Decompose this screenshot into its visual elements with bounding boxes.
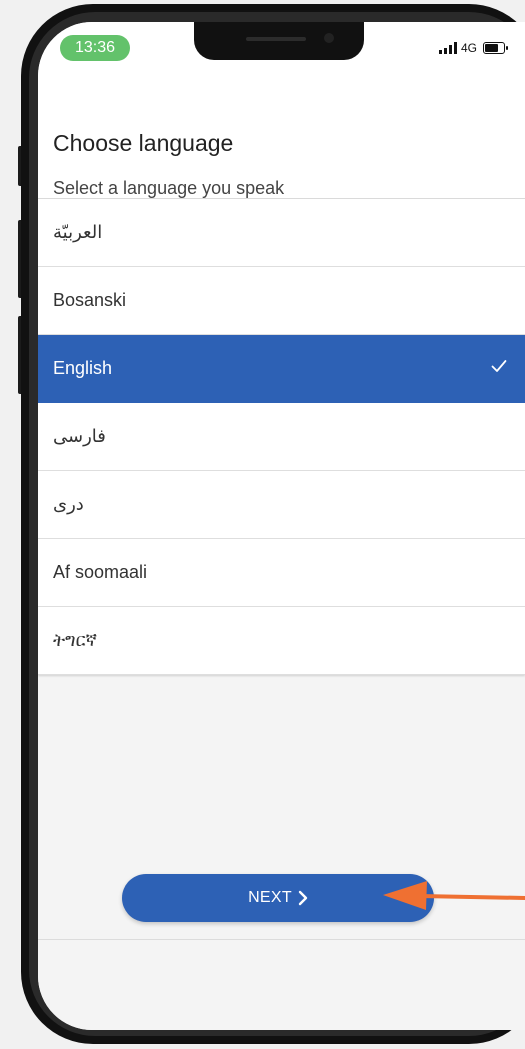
annotation-arrow-icon bbox=[383, 881, 525, 910]
